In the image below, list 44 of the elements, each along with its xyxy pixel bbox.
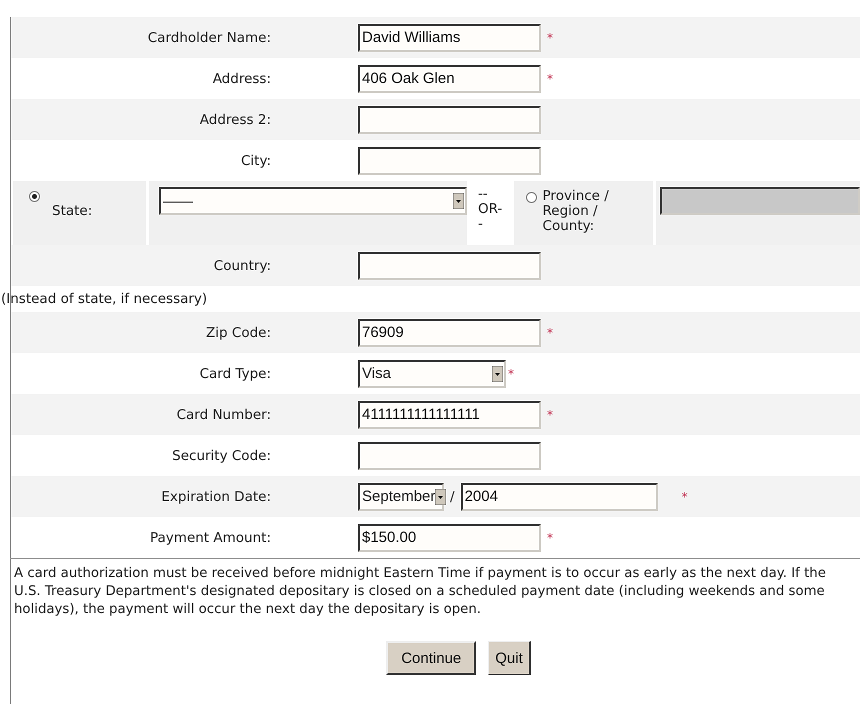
dropdown-arrow-icon[interactable] — [492, 366, 503, 382]
required-marker: * — [547, 72, 553, 86]
field-label: Address 2: — [198, 112, 272, 128]
dropdown-arrow-icon[interactable] — [452, 193, 464, 209]
quit-button[interactable]: Quit — [488, 641, 531, 675]
text-field[interactable]: 2004 — [460, 482, 658, 510]
text-field[interactable] — [358, 106, 541, 134]
field-label: Card Number: — [176, 406, 272, 422]
field-label: Zip Code: — [205, 324, 272, 340]
date-separator: / — [450, 488, 455, 504]
dropdown[interactable]: Visa — [358, 360, 506, 388]
text-field[interactable]: 76909 — [358, 318, 541, 346]
radio-button[interactable] — [526, 192, 537, 203]
text-field[interactable]: 4111111111111111 — [358, 400, 541, 428]
field-label: State: — [52, 203, 92, 221]
required-marker: * — [547, 30, 553, 44]
field-label: City: — [240, 152, 272, 168]
text-field[interactable] — [358, 252, 541, 280]
field-label: Security Code: — [171, 448, 272, 464]
required-marker: * — [547, 530, 553, 544]
required-marker: * — [682, 490, 688, 504]
text-field[interactable]: David Williams — [358, 24, 541, 52]
field-label: Payment Amount: — [149, 530, 272, 546]
or-text: -- OR- - — [478, 187, 504, 234]
required-marker: * — [508, 366, 514, 380]
dropdown[interactable]: —— — [158, 187, 467, 215]
field-label: Address: — [212, 70, 272, 86]
text-field[interactable] — [358, 442, 541, 470]
field-label: Province / Region / County: — [542, 189, 610, 236]
field-label: Card Type: — [198, 366, 272, 382]
text-field[interactable]: $150.00 — [358, 524, 541, 552]
dropdown-arrow-icon[interactable] — [435, 488, 446, 504]
field-label: Country: — [212, 258, 272, 274]
notice-text: A card authorization must be received before midnight Eastern Time if payment is to occur as early as the next day. If the U.S. Treasury Department's designated depositary is closed on a scheduled payment date (including weekends and some holidays), the payment will occur the next day the depositary is open. — [14, 565, 827, 619]
dropdown[interactable]: September — [358, 482, 444, 510]
text-field[interactable]: 406 Oak Glen — [358, 64, 541, 92]
radio-button[interactable] — [29, 191, 40, 202]
field-label: Expiration Date: — [160, 488, 272, 504]
continue-button[interactable]: Continue — [386, 641, 476, 675]
required-marker: * — [547, 408, 553, 422]
required-marker: * — [547, 326, 553, 340]
field-label: Cardholder Name: — [146, 30, 272, 46]
hint-text: (Instead of state, if necessary) — [1, 291, 208, 307]
text-field[interactable] — [358, 146, 541, 174]
